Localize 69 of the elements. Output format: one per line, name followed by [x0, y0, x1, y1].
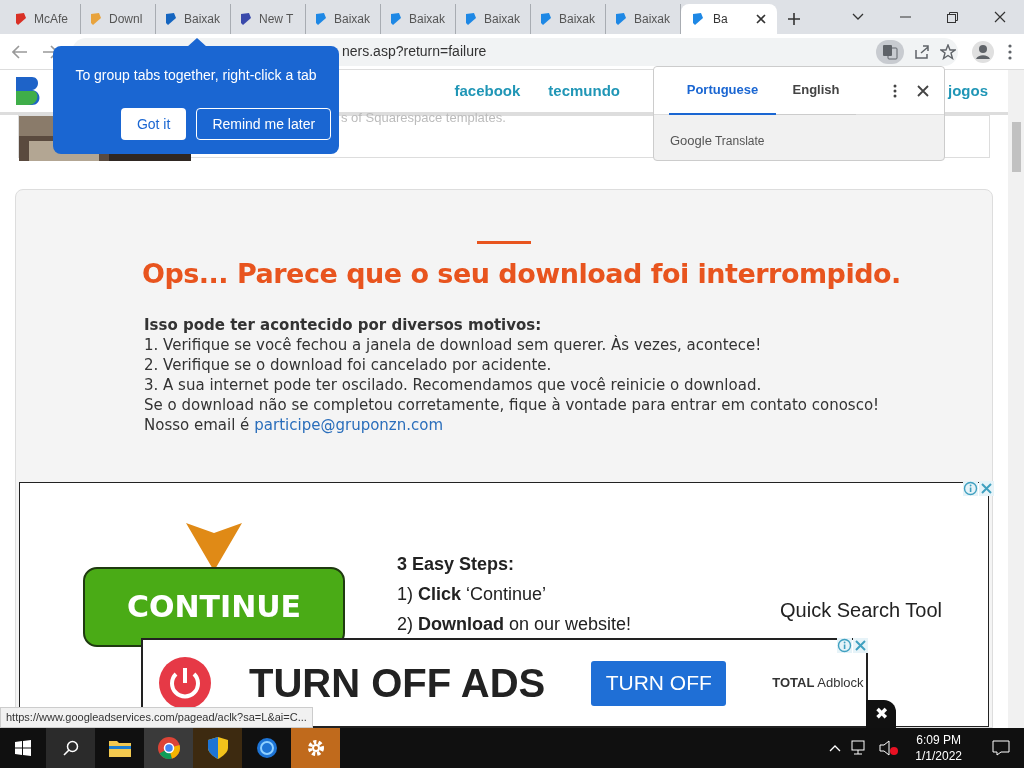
favicon-icon [164, 12, 178, 26]
turn-off-button[interactable]: TURN OFF [591, 660, 727, 706]
favicon-icon [14, 12, 28, 26]
status-url: https://www.googleadservices.com/pagead/aclk?sa=L&ai=C... [0, 707, 313, 728]
share-icon[interactable] [914, 43, 930, 60]
chevron-down-icon[interactable] [852, 13, 864, 21]
restore-icon[interactable] [947, 11, 958, 23]
step-text: 2) Download on our website! [397, 612, 632, 636]
reasons-heading: Isso pode ter acontecido por diversos motivos: [144, 314, 543, 335]
translate-label: Translate [714, 133, 765, 150]
step-text: 1) Click ‘Continue’ [397, 582, 548, 606]
menu-icon[interactable] [1008, 43, 1012, 60]
notification-icon[interactable] [992, 740, 1010, 756]
volume-muted-icon[interactable] [879, 740, 900, 756]
new-tab-icon[interactable] [787, 12, 801, 26]
teaser-text: s of Squarespace templates. [341, 109, 506, 127]
language-tab[interactable]: Portuguese [669, 66, 776, 115]
reason-text: 1. Verifique se você fechou a janela de download sem querer. Às vezes, acontece! [144, 334, 763, 355]
tip-button[interactable]: Remind me later [196, 108, 332, 140]
steps-heading: 3 Easy Steps: [397, 552, 516, 576]
profile-icon[interactable] [972, 40, 994, 63]
browser-tab[interactable]: Ba [681, 4, 777, 34]
windows-icon[interactable] [15, 740, 31, 756]
clock-time[interactable]: 6:09 PM [916, 732, 961, 748]
favicon-icon [389, 12, 403, 26]
reason-text: 2. Verifique se o download foi cancelado por acidente. [144, 354, 553, 375]
language-tab[interactable]: English [776, 66, 856, 115]
favicon-icon [239, 12, 253, 26]
globe-icon[interactable] [255, 737, 278, 759]
google-logo: Google [670, 132, 712, 150]
ad-close-button[interactable]: ✖ [866, 700, 896, 728]
tip-text: To group tabs together, right-click a tab [75, 66, 317, 85]
info-icon[interactable] [963, 480, 978, 496]
favicon-icon [89, 12, 103, 26]
email-link[interactable]: participe@gruponzn.com [254, 414, 444, 435]
error-title: Ops... Parece que o seu download foi interrompido. [142, 257, 902, 291]
email-label: Nosso email é [144, 414, 250, 435]
back-icon[interactable] [12, 44, 28, 59]
banner-headline: TURN OFF ADS [249, 660, 546, 707]
clock-date[interactable]: 1/1/2022 [915, 748, 962, 764]
nav-link[interactable]: jogos [948, 79, 988, 103]
folder-icon[interactable] [108, 739, 131, 757]
favicon-icon [539, 12, 553, 26]
brand-text: TOTAL Adblock [772, 674, 864, 693]
close-icon[interactable] [755, 13, 767, 25]
close-icon[interactable] [917, 84, 929, 97]
favicon-icon [614, 12, 628, 26]
search-icon[interactable] [62, 740, 79, 756]
translate-button[interactable] [876, 39, 904, 64]
star-icon[interactable] [940, 43, 956, 60]
product-name: Quick Search Tool [780, 597, 942, 623]
favicon-icon [464, 12, 478, 26]
chevron-up-icon[interactable] [829, 744, 842, 752]
reason-text: 3. A sua internet pode ter oscilado. Recomendamos que você reinicie o download. [144, 374, 763, 395]
info-icon[interactable] [837, 638, 852, 653]
reason-text: Se o download não se completou corretamente, fique à vontade para entrar em contato conosco! [144, 394, 881, 415]
more-icon[interactable] [893, 83, 897, 98]
nav-link[interactable]: tecmundo [548, 79, 620, 103]
favicon-icon [314, 12, 328, 26]
shield-icon[interactable] [207, 737, 228, 759]
scrollbar[interactable] [1008, 70, 1024, 728]
favicon-icon [691, 12, 705, 26]
close-icon[interactable] [994, 11, 1006, 23]
chrome-icon[interactable] [157, 737, 180, 759]
nav-link[interactable]: facebook [454, 79, 521, 103]
tip-button[interactable]: Got it [120, 108, 187, 140]
power-icon [159, 657, 211, 709]
gear-icon[interactable] [305, 738, 326, 758]
translate-icon [882, 43, 898, 60]
